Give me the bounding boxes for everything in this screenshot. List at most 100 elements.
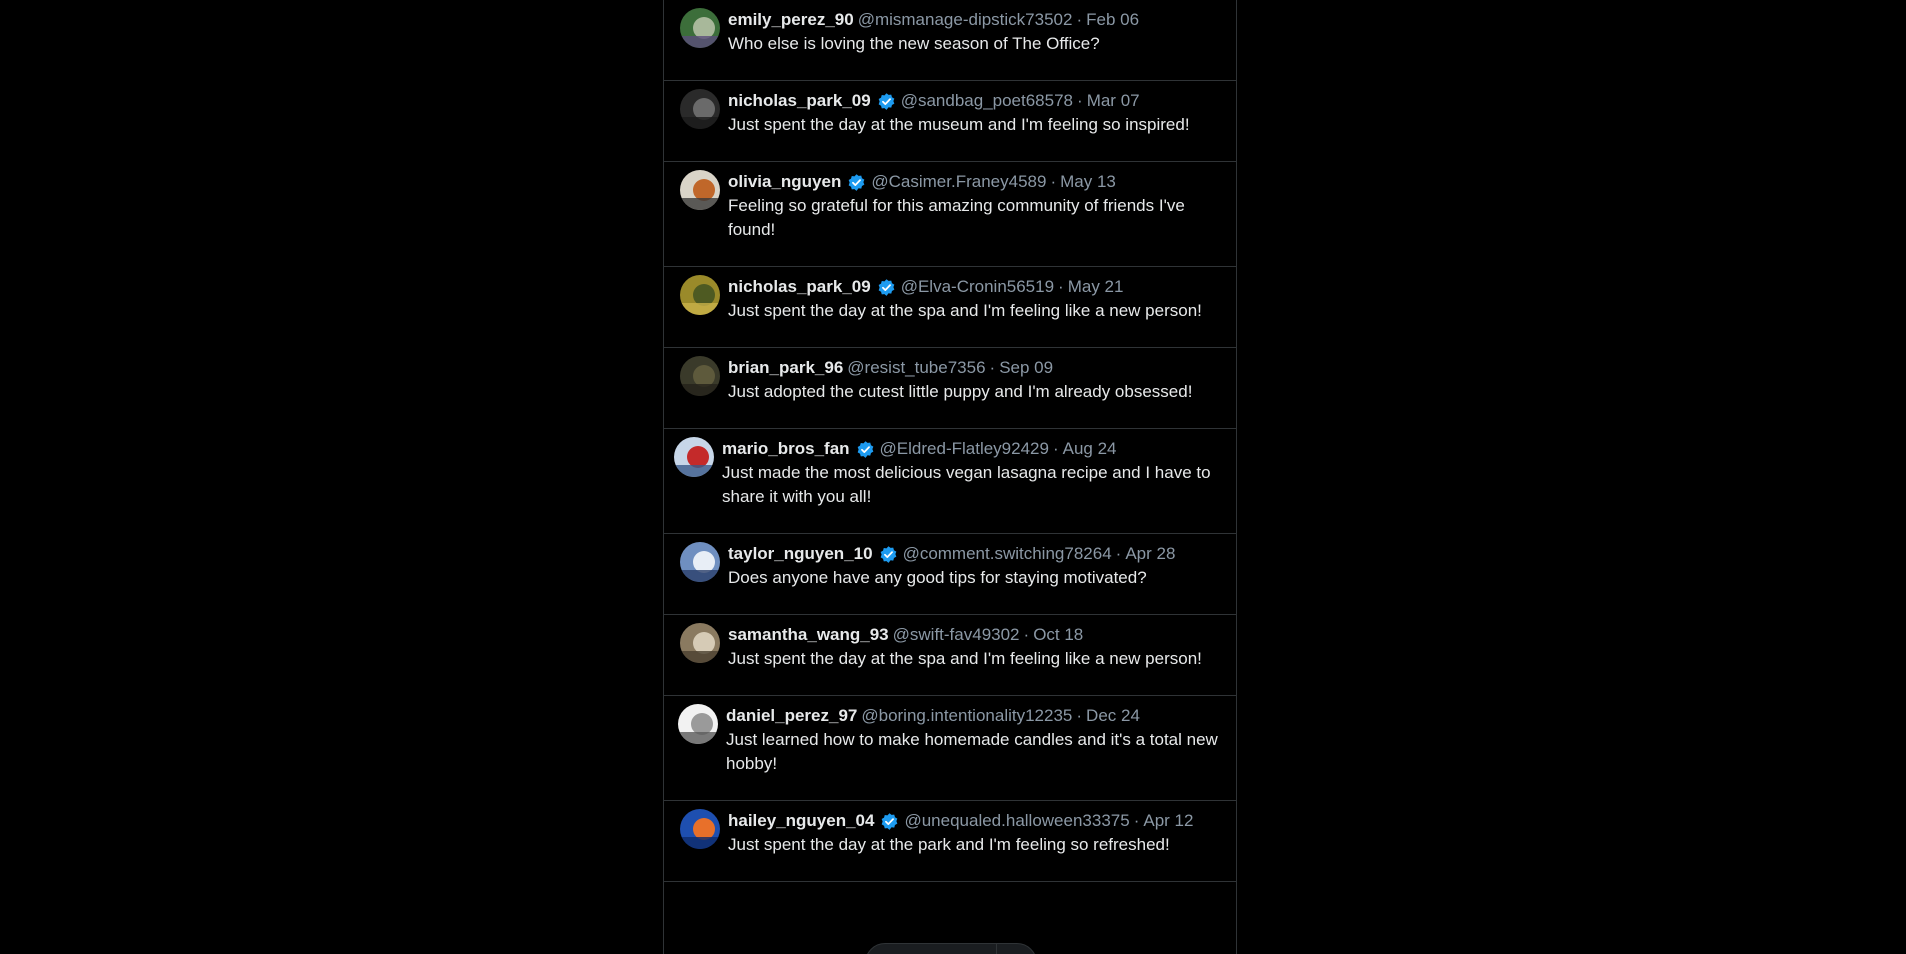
user-handle[interactable]: @Eldred-Flatley92429 xyxy=(880,437,1049,461)
avatar[interactable] xyxy=(674,437,714,477)
display-name[interactable]: mario_bros_fan xyxy=(722,437,850,461)
avatar-photo xyxy=(674,437,714,477)
post-text: Who else is loving the new season of The… xyxy=(728,34,1100,53)
post-inner: brian_park_96 @resist_tube7356 · Sep 09 Just… xyxy=(680,356,1220,404)
post-body: nicholas_park_09 @Elva-Cronin56519 · May 21… xyxy=(728,275,1220,323)
meta-separator: · xyxy=(1076,10,1083,29)
avatar[interactable] xyxy=(680,809,720,849)
post-header: olivia_nguyen @Casimer.Franey4589 · May 13 xyxy=(728,170,1220,194)
post-date[interactable]: Apr 28 xyxy=(1125,542,1175,566)
avatar-photo xyxy=(680,356,720,396)
post-header: samantha_wang_93 @swift-fav49302 · Oct 18 xyxy=(728,623,1220,647)
verified-badge-icon xyxy=(878,278,895,296)
post-header: daniel_perez_97 @boring.intentionality122… xyxy=(726,704,1220,728)
post-inner: nicholas_park_09 @Elva-Cronin56519 · May 21… xyxy=(680,275,1220,323)
post-item[interactable]: nicholas_park_09 @sandbag_poet68578 · Mar 0… xyxy=(664,81,1236,162)
post-body: daniel_perez_97 @boring.intentionality122… xyxy=(726,704,1220,776)
post-date[interactable]: Mar 07 xyxy=(1087,89,1140,113)
post-item[interactable]: mario_bros_fan @Eldred-Flatley92429 · Aug 2… xyxy=(664,429,1236,534)
meta-separator: · xyxy=(1115,544,1122,563)
verified-badge-icon xyxy=(857,440,873,458)
post-date[interactable]: Sep 09 xyxy=(999,356,1053,380)
post-item[interactable]: samantha_wang_93 @swift-fav49302 · Oct 18 Ju… xyxy=(664,615,1236,696)
user-handle[interactable]: @swift-fav49302 xyxy=(893,623,1020,647)
post-text: Just spent the day at the park and I'm f… xyxy=(728,835,1170,854)
post-text: Just made the most delicious vegan lasag… xyxy=(722,463,1211,506)
post-body: samantha_wang_93 @swift-fav49302 · Oct 18 Ju… xyxy=(728,623,1220,671)
post-text: Just adopted the cutest little puppy and… xyxy=(728,382,1193,401)
avatar-photo xyxy=(678,704,718,744)
user-handle[interactable]: @comment.switching78264 xyxy=(903,542,1112,566)
avatar-photo xyxy=(680,8,720,48)
pill-segment-right[interactable] xyxy=(997,944,1036,954)
post-body: brian_park_96 @resist_tube7356 · Sep 09 Just… xyxy=(728,356,1220,404)
avatar[interactable] xyxy=(680,356,720,396)
post-inner: mario_bros_fan @Eldred-Flatley92429 · Aug 2… xyxy=(674,437,1220,509)
meta-separator: · xyxy=(1052,439,1059,458)
user-handle[interactable]: @unequaled.halloween33375 xyxy=(904,809,1129,833)
post-date[interactable]: Feb 06 xyxy=(1086,8,1139,32)
display-name[interactable]: emily_perez_90 xyxy=(728,8,854,32)
bottom-floating-control[interactable] xyxy=(865,943,1037,954)
avatar[interactable] xyxy=(680,8,720,48)
user-handle[interactable]: @boring.intentionality12235 xyxy=(861,704,1072,728)
verified-badge-icon xyxy=(878,92,895,110)
avatar[interactable] xyxy=(680,542,720,582)
post-date[interactable]: Oct 18 xyxy=(1033,623,1083,647)
post-feed: emily_perez_90 @mismanage-dipstick73502 · F… xyxy=(664,0,1236,882)
post-inner: taylor_nguyen_10 @comment.switching78264 ·… xyxy=(680,542,1220,590)
post-date[interactable]: May 13 xyxy=(1060,170,1116,194)
post-body: nicholas_park_09 @sandbag_poet68578 · Mar 0… xyxy=(728,89,1220,137)
user-handle[interactable]: @sandbag_poet68578 xyxy=(901,89,1073,113)
post-inner: hailey_nguyen_04 @unequaled.halloween3337… xyxy=(680,809,1220,857)
avatar[interactable] xyxy=(680,89,720,129)
post-date[interactable]: May 21 xyxy=(1068,275,1124,299)
post-date[interactable]: Aug 24 xyxy=(1063,437,1117,461)
post-item[interactable]: olivia_nguyen @Casimer.Franey4589 · May 13 F… xyxy=(664,162,1236,267)
user-handle[interactable]: @Elva-Cronin56519 xyxy=(901,275,1054,299)
post-item[interactable]: taylor_nguyen_10 @comment.switching78264 ·… xyxy=(664,534,1236,615)
display-name[interactable]: daniel_perez_97 xyxy=(726,704,857,728)
post-item[interactable]: brian_park_96 @resist_tube7356 · Sep 09 Just… xyxy=(664,348,1236,429)
post-body: hailey_nguyen_04 @unequaled.halloween3337… xyxy=(728,809,1220,857)
post-body: mario_bros_fan @Eldred-Flatley92429 · Aug 2… xyxy=(722,437,1220,509)
user-handle[interactable]: @mismanage-dipstick73502 xyxy=(858,8,1073,32)
verified-badge-icon xyxy=(882,812,898,830)
avatar-photo xyxy=(680,809,720,849)
post-inner: emily_perez_90 @mismanage-dipstick73502 · F… xyxy=(680,8,1220,56)
post-item[interactable]: emily_perez_90 @mismanage-dipstick73502 · F… xyxy=(664,0,1236,81)
meta-separator: · xyxy=(1050,172,1057,191)
post-date[interactable]: Apr 12 xyxy=(1143,809,1193,833)
post-text: Just spent the day at the spa and I'm fe… xyxy=(728,301,1202,320)
display-name[interactable]: nicholas_park_09 xyxy=(728,89,871,113)
avatar[interactable] xyxy=(680,275,720,315)
avatar[interactable] xyxy=(678,704,718,744)
user-handle[interactable]: @Casimer.Franey4589 xyxy=(871,170,1046,194)
avatar[interactable] xyxy=(680,623,720,663)
meta-separator: · xyxy=(1077,91,1083,110)
avatar[interactable] xyxy=(680,170,720,210)
post-body: emily_perez_90 @mismanage-dipstick73502 · F… xyxy=(728,8,1220,56)
display-name[interactable]: samantha_wang_93 xyxy=(728,623,889,647)
post-body: taylor_nguyen_10 @comment.switching78264 ·… xyxy=(728,542,1220,590)
post-header: brian_park_96 @resist_tube7356 · Sep 09 xyxy=(728,356,1220,380)
post-inner: nicholas_park_09 @sandbag_poet68578 · Mar 0… xyxy=(680,89,1220,137)
display-name[interactable]: taylor_nguyen_10 xyxy=(728,542,873,566)
post-header: nicholas_park_09 @Elva-Cronin56519 · May 21 xyxy=(728,275,1220,299)
user-handle[interactable]: @resist_tube7356 xyxy=(847,356,985,380)
display-name[interactable]: nicholas_park_09 xyxy=(728,275,871,299)
display-name[interactable]: hailey_nguyen_04 xyxy=(728,809,874,833)
post-date[interactable]: Dec 24 xyxy=(1086,704,1140,728)
display-name[interactable]: olivia_nguyen xyxy=(728,170,841,194)
post-item[interactable]: daniel_perez_97 @boring.intentionality122… xyxy=(664,696,1236,801)
avatar-photo xyxy=(680,623,720,663)
meta-separator: · xyxy=(1023,625,1030,644)
post-item[interactable]: hailey_nguyen_04 @unequaled.halloween3337… xyxy=(664,801,1236,882)
display-name[interactable]: brian_park_96 xyxy=(728,356,843,380)
pill-segment-left[interactable] xyxy=(866,944,997,954)
meta-separator: · xyxy=(1076,706,1083,725)
post-text: Feeling so grateful for this amazing com… xyxy=(728,196,1185,239)
post-item[interactable]: nicholas_park_09 @Elva-Cronin56519 · May 21… xyxy=(664,267,1236,348)
post-inner: daniel_perez_97 @boring.intentionality122… xyxy=(678,704,1220,776)
post-header: hailey_nguyen_04 @unequaled.halloween3337… xyxy=(728,809,1220,833)
